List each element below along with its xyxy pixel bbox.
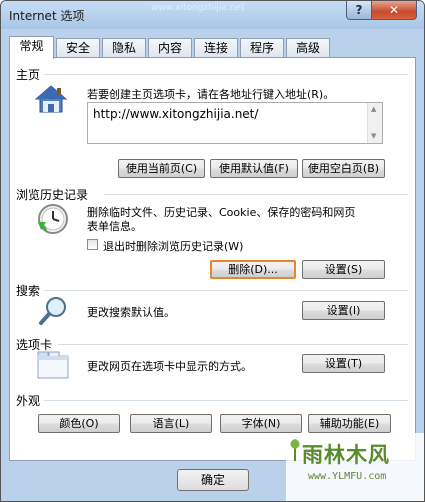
use-current-button[interactable]: 使用当前页(C) bbox=[118, 159, 205, 178]
search-magnifier-icon bbox=[38, 296, 68, 326]
homepage-scrollbar[interactable]: ▲ ▼ bbox=[367, 103, 382, 143]
watermark-logo-url: www.YLMFU.com bbox=[308, 471, 387, 482]
help-button[interactable]: ? bbox=[346, 1, 372, 20]
home-icon bbox=[34, 82, 68, 116]
history-description-line2: 表单信息。 bbox=[87, 220, 142, 233]
search-settings-button[interactable]: 设置(I) bbox=[302, 301, 385, 320]
tab-general[interactable]: 常规 bbox=[9, 36, 54, 59]
close-button[interactable]: ✕ bbox=[371, 1, 417, 20]
watermark-logo-name: 雨林木风 bbox=[302, 443, 390, 467]
title-bar[interactable]: Internet 选项 www.xitongzhijia.net ? ✕ bbox=[1, 1, 424, 29]
delete-history-button[interactable]: 删除(D)... bbox=[210, 260, 296, 279]
ok-button[interactable]: 确定 bbox=[177, 469, 249, 491]
tab-connections[interactable]: 连接 bbox=[194, 38, 238, 57]
tabs-settings-button[interactable]: 设置(T) bbox=[302, 354, 385, 373]
tab-content[interactable]: 内容 bbox=[148, 38, 192, 57]
search-description: 更改搜索默认值。 bbox=[87, 306, 175, 319]
homepage-divider bbox=[44, 74, 408, 75]
homepage-url-text: http://www.xitongzhijia.net/ bbox=[93, 107, 259, 121]
history-group-label: 浏览历史记录 bbox=[16, 188, 89, 202]
tab-privacy[interactable]: 隐私 bbox=[102, 38, 146, 57]
use-blank-button[interactable]: 使用空白页(B) bbox=[302, 159, 385, 178]
window-title: Internet 选项 bbox=[9, 9, 85, 23]
internet-options-window: Internet 选项 www.xitongzhijia.net ? ✕ 常规 … bbox=[0, 0, 425, 502]
tab-advanced[interactable]: 高级 bbox=[286, 38, 330, 57]
scroll-up-icon[interactable]: ▲ bbox=[371, 105, 376, 113]
homepage-description: 若要创建主页选项卡，请在各地址行键入地址(R)。 bbox=[87, 88, 335, 101]
scroll-down-icon[interactable]: ▼ bbox=[371, 132, 376, 140]
use-default-button[interactable]: 使用默认值(F) bbox=[210, 159, 298, 178]
tab-programs[interactable]: 程序 bbox=[240, 38, 284, 57]
title-watermark: www.xitongzhijia.net bbox=[151, 3, 245, 13]
watermark-logo: 雨林木风 www.YLMFU.com bbox=[286, 433, 424, 501]
homepage-group-label: 主页 bbox=[16, 68, 41, 82]
history-divider bbox=[104, 194, 408, 195]
tabs-divider bbox=[58, 344, 408, 345]
appearance-divider bbox=[44, 400, 408, 401]
search-divider bbox=[44, 290, 408, 291]
tabs-window-icon bbox=[36, 350, 70, 380]
leaf-logo-icon bbox=[288, 439, 302, 461]
search-group-label: 搜索 bbox=[16, 284, 41, 298]
history-settings-button[interactable]: 设置(S) bbox=[302, 260, 385, 279]
delete-on-exit-label[interactable]: 退出时删除浏览历史记录(W) bbox=[103, 238, 243, 254]
tab-security[interactable]: 安全 bbox=[56, 38, 100, 57]
tabs-description: 更改网页在选项卡中显示的方式。 bbox=[87, 360, 252, 373]
tab-panel-general: 主页 若要创建主页选项卡，请在各地址行键入地址(R)。 http://www.x… bbox=[9, 57, 416, 461]
homepage-url-field[interactable]: http://www.xitongzhijia.net/ ▲ ▼ bbox=[87, 102, 383, 144]
languages-button[interactable]: 语言(L) bbox=[130, 414, 212, 433]
history-clock-icon bbox=[36, 202, 70, 236]
appearance-group-label: 外观 bbox=[16, 394, 41, 408]
fonts-button[interactable]: 字体(N) bbox=[220, 414, 302, 433]
colors-button[interactable]: 颜色(O) bbox=[38, 414, 120, 433]
delete-on-exit-checkbox[interactable] bbox=[87, 239, 98, 250]
accessibility-button[interactable]: 辅助功能(E) bbox=[308, 414, 391, 433]
